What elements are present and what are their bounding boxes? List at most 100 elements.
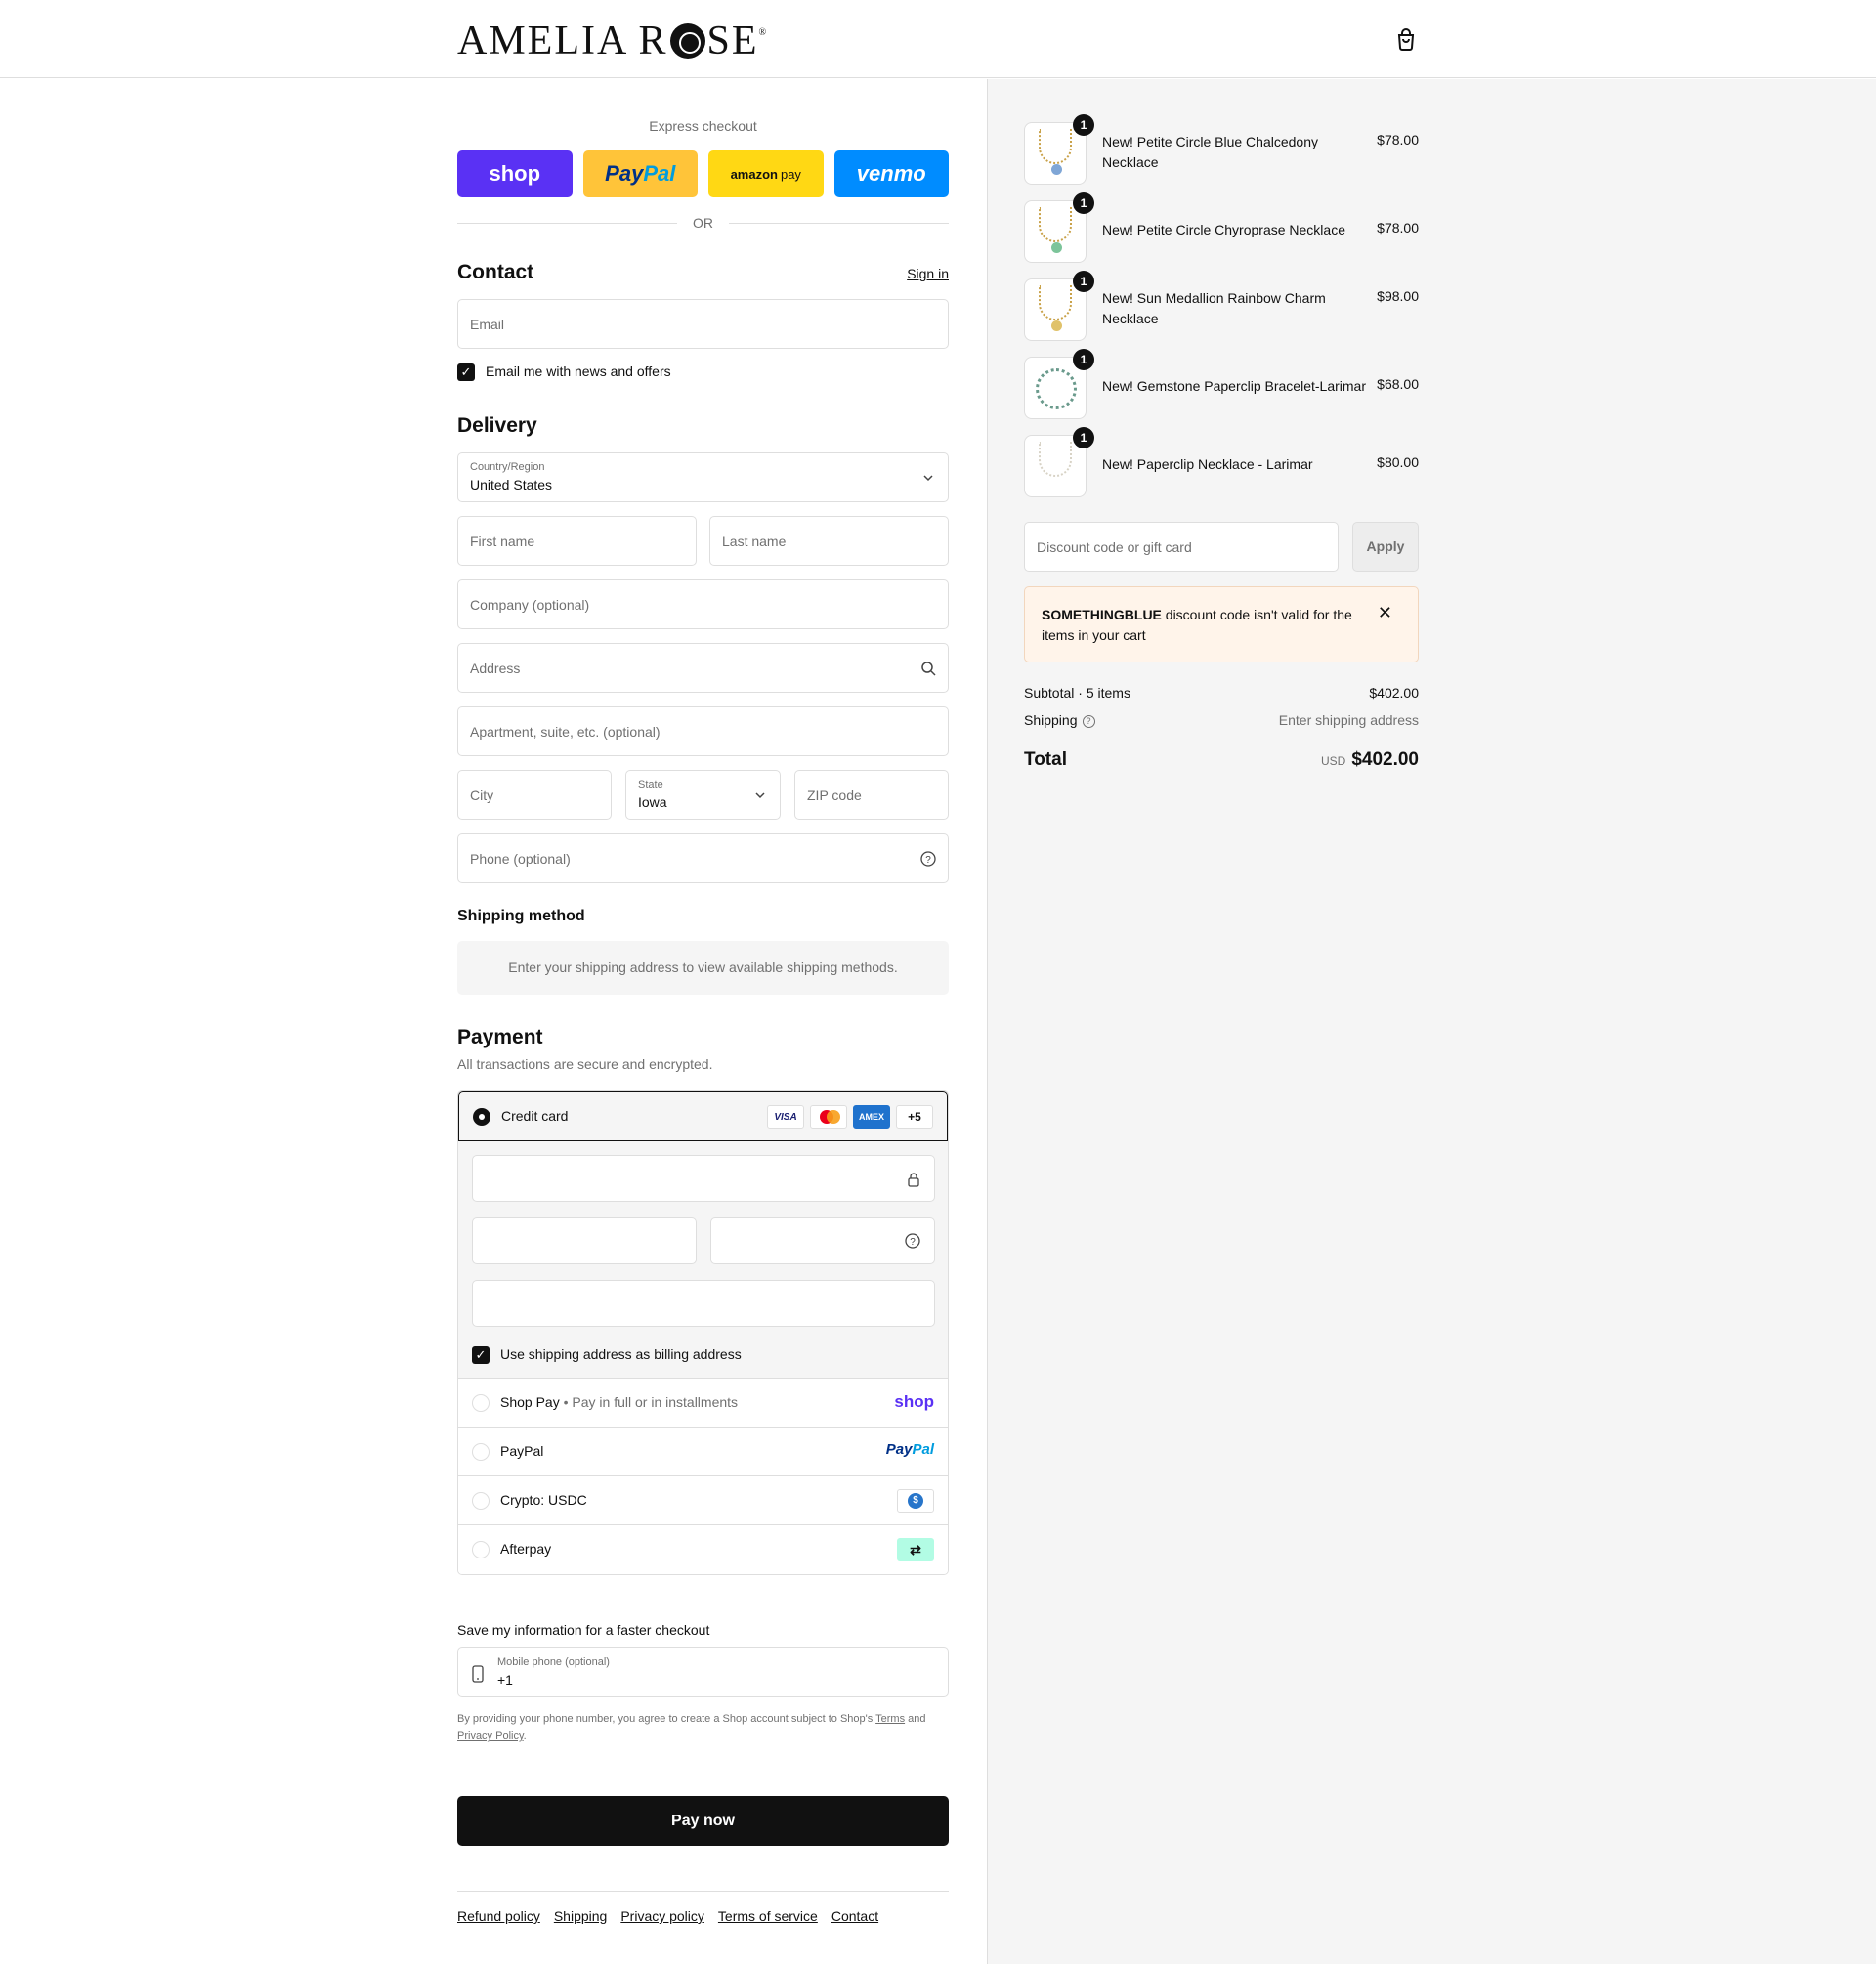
shopping-bag-icon[interactable] [1395, 27, 1417, 51]
apply-discount-button[interactable]: Apply [1352, 522, 1419, 572]
cart-item: 1 New! Gemstone Paperclip Bracelet-Larim… [1024, 349, 1419, 419]
paypal-logo-b: Pal [912, 1441, 934, 1458]
product-name: New! Paperclip Necklace - Larimar [1102, 456, 1313, 472]
shop-pay-option[interactable]: Shop Pay • Pay in full or in installment… [458, 1379, 948, 1428]
shop-pay-radio[interactable] [472, 1394, 490, 1412]
privacy-policy-link[interactable]: Privacy Policy [457, 1730, 524, 1742]
state-select[interactable]: State Iowa [625, 770, 781, 820]
divider-line [457, 222, 677, 224]
help-icon[interactable]: ? [905, 1233, 920, 1249]
discount-code: SOMETHINGBLUE [1042, 607, 1162, 622]
zip-placeholder: ZIP code [807, 788, 862, 803]
shop-pay-label: shop [489, 161, 541, 186]
sign-in-link[interactable]: Sign in [907, 266, 949, 281]
card-number-field[interactable] [472, 1155, 935, 1202]
last-name-field[interactable]: Last name [709, 516, 949, 566]
security-code-field[interactable]: ? [710, 1217, 935, 1264]
afterpay-option[interactable]: Afterpay ⇄ [458, 1525, 948, 1574]
terms-notice-text: By providing your phone number, you agre… [457, 1713, 876, 1725]
apartment-field[interactable]: Apartment, suite, etc. (optional) [457, 706, 949, 756]
privacy-policy-footer-link[interactable]: Privacy policy [620, 1908, 704, 1924]
refund-policy-link[interactable]: Refund policy [457, 1908, 540, 1924]
shipping-method-title: Shipping method [457, 908, 585, 924]
name-on-card-field[interactable] [472, 1280, 935, 1327]
product-price: $68.00 [1377, 376, 1419, 392]
contact-link[interactable]: Contact [831, 1908, 878, 1924]
terms-of-service-link[interactable]: Terms of service [718, 1908, 818, 1924]
or-label: OR [693, 215, 713, 231]
country-select[interactable]: Country/Region United States [457, 452, 949, 502]
address-field[interactable]: Address [457, 643, 949, 693]
footer-links: Refund policy Shipping Privacy policy Te… [457, 1908, 878, 1924]
total-amount: $402.00 [1351, 749, 1419, 770]
help-icon[interactable]: ? [920, 851, 936, 867]
mobile-phone-value: +1 [497, 1672, 513, 1687]
amazon-pay-label: pay [780, 166, 801, 182]
shop-pay-button[interactable]: shop [457, 150, 573, 197]
amazon-label: amazon [730, 166, 778, 182]
help-icon[interactable]: ? [1082, 714, 1095, 728]
brand-logo[interactable]: AMELIA R SE ® [457, 18, 768, 64]
paypal-button[interactable]: Pay Pal [582, 150, 698, 197]
rose-icon [669, 23, 705, 59]
email-field[interactable]: Email [457, 299, 949, 349]
shop-terms-notice: By providing your phone number, you agre… [457, 1710, 949, 1745]
amazon-pay-button[interactable]: amazon pay [708, 150, 824, 197]
product-name: New! Petite Circle Chyroprase Necklace [1102, 222, 1345, 237]
city-field[interactable]: City [457, 770, 612, 820]
paypal-radio[interactable] [472, 1443, 490, 1461]
afterpay-radio[interactable] [472, 1541, 490, 1558]
first-name-field[interactable]: First name [457, 516, 697, 566]
quantity-badge: 1 [1073, 271, 1094, 292]
phone-placeholder: Phone (optional) [470, 851, 571, 867]
paypal-logo: PayPal [886, 1441, 934, 1458]
mobile-phone-icon [472, 1665, 484, 1683]
payment-title: Payment [457, 1026, 543, 1048]
discount-error-banner: SOMETHINGBLUE discount code isn't valid … [1024, 586, 1419, 662]
total-value: USD $402.00 [1321, 749, 1419, 771]
quantity-badge: 1 [1073, 192, 1094, 214]
terms-notice-and: and [905, 1713, 926, 1725]
paypal-label-b: Pal [643, 161, 676, 186]
paypal-option[interactable]: PayPal PayPal [458, 1428, 948, 1476]
expiration-date-field[interactable] [472, 1217, 697, 1264]
shipping-link[interactable]: Shipping [554, 1908, 608, 1924]
company-placeholder: Company (optional) [470, 597, 590, 613]
express-checkout-title: Express checkout [649, 118, 757, 134]
cart-item: 1 New! Paperclip Necklace - Larimar $80.… [1024, 427, 1419, 497]
terms-notice-end: . [523, 1730, 527, 1742]
pay-now-button[interactable]: Pay now [457, 1796, 949, 1846]
billing-same-label: Use shipping address as billing address [500, 1346, 742, 1362]
mobile-phone-field[interactable]: Mobile phone (optional) +1 [457, 1647, 949, 1697]
discount-code-field[interactable]: Discount code or gift card [1024, 522, 1339, 572]
svg-text:?: ? [910, 1237, 916, 1248]
mastercard-icon [810, 1105, 847, 1129]
header: AMELIA R SE ® [0, 0, 1876, 78]
newsletter-label: Email me with news and offers [486, 363, 671, 379]
credit-card-option[interactable]: Credit card VISA AMEX +5 [458, 1091, 948, 1141]
quantity-badge: 1 [1073, 427, 1094, 448]
afterpay-label: Afterpay [500, 1541, 552, 1557]
paypal-label: PayPal [500, 1443, 544, 1459]
newsletter-checkbox[interactable]: ✓ [457, 363, 475, 381]
delivery-title: Delivery [457, 414, 537, 437]
credit-card-radio[interactable] [473, 1108, 490, 1126]
visa-icon: VISA [767, 1105, 804, 1129]
close-icon[interactable]: ✕ [1378, 603, 1392, 623]
billing-same-checkbox[interactable]: ✓ [472, 1346, 490, 1364]
footer-divider [457, 1891, 949, 1892]
crypto-option[interactable]: Crypto: USDC $ [458, 1476, 948, 1525]
terms-link[interactable]: Terms [875, 1713, 905, 1725]
crypto-radio[interactable] [472, 1492, 490, 1510]
product-price: $78.00 [1377, 220, 1419, 235]
shop-pay-description: Pay in full or in installments [572, 1394, 739, 1410]
zip-field[interactable]: ZIP code [794, 770, 949, 820]
paypal-logo-a: Pay [885, 1441, 913, 1458]
search-icon [921, 662, 936, 676]
address-placeholder: Address [470, 661, 521, 676]
venmo-button[interactable]: venmo [833, 150, 949, 197]
shop-pay-logo: shop [894, 1392, 934, 1411]
payment-subtitle: All transactions are secure and encrypte… [457, 1056, 713, 1072]
company-field[interactable]: Company (optional) [457, 579, 949, 629]
phone-field[interactable]: Phone (optional) ? [457, 833, 949, 883]
